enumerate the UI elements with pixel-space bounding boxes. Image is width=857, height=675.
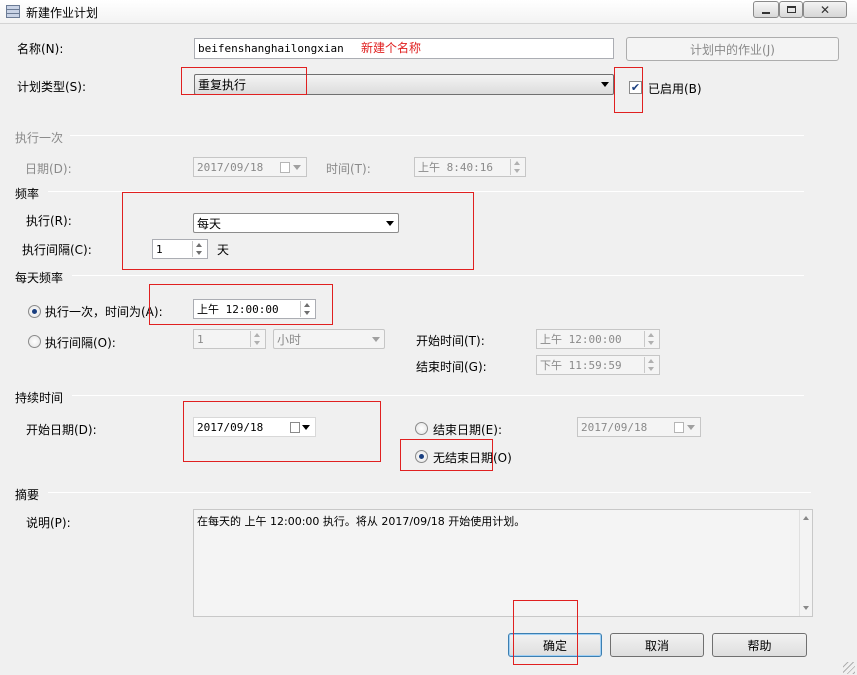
end-time-label: 结束时间(G): [416,360,487,374]
spinner[interactable] [644,357,658,373]
end-date-label: 结束日期(E): [433,423,502,437]
occurs-every-unit-value: 小时 [277,332,302,347]
minimize-icon [762,11,770,14]
one-time-divider [70,135,804,136]
calendar-icon [674,422,684,433]
occurs-once-time-value: 上午 12:00:00 [197,303,279,316]
end-date-value: 2017/09/18 [581,420,648,434]
maximize-button[interactable] [779,1,803,18]
calendar-icon [280,162,290,173]
end-date-picker[interactable]: 2017/09/18 [577,417,701,437]
end-time-value: 下午 11:59:59 [540,359,622,372]
occurs-label: 执行(R): [26,214,72,228]
start-date-picker[interactable]: 2017/09/18 [193,417,316,437]
occurs-every-value: 1 [197,332,204,346]
help-button[interactable]: 帮助 [712,633,807,657]
recurs-unit: 天 [217,243,230,257]
spinner[interactable] [644,331,658,347]
daily-frequency-divider [72,275,804,276]
calendar-icon [290,422,300,433]
chevron-down-icon [293,165,301,170]
chevron-down-icon [372,337,380,342]
schedule-app-icon [6,5,20,18]
description-label: 说明(P): [26,516,71,530]
window-title: 新建作业计划 [26,6,99,20]
daily-frequency-section-title: 每天频率 [15,271,64,285]
summary-section-title: 摘要 [15,488,40,502]
one-time-time-input[interactable]: 上午 8:40:16 [414,157,526,177]
one-time-section-title: 执行一次 [15,131,64,145]
cancel-button[interactable]: 取消 [610,633,704,657]
recurs-input[interactable]: 1 [152,239,208,259]
title-bar: 新建作业计划 ✕ [0,0,857,24]
end-date-radio[interactable] [415,422,428,435]
one-time-date-picker[interactable]: 2017/09/18 [193,157,307,177]
start-date-value: 2017/09/18 [197,420,264,434]
spinner[interactable] [250,331,264,347]
recurs-value: 1 [156,242,163,256]
chevron-down-icon [386,221,394,226]
occurs-every-unit-select[interactable]: 小时 [273,329,385,349]
occurs-once-time-input[interactable]: 上午 12:00:00 [193,299,316,319]
close-icon: ✕ [819,2,831,17]
name-annotation: 新建个名称 [361,41,422,55]
duration-section-title: 持续时间 [15,391,64,405]
one-time-time-label: 时间(T): [326,162,371,176]
one-time-date-label: 日期(D): [25,162,72,176]
occurs-once-radio[interactable] [28,305,41,318]
scroll-down-icon[interactable] [803,606,809,610]
occurs-every-input[interactable]: 1 [193,329,266,349]
occurs-every-label: 执行间隔(O): [45,336,116,350]
spinner[interactable] [192,241,206,257]
start-time-input[interactable]: 上午 12:00:00 [536,329,660,349]
maximize-icon [786,6,796,13]
ok-button[interactable]: 确定 [508,633,602,657]
chevron-down-icon [302,425,310,430]
resize-grip-icon[interactable] [843,662,855,674]
checkmark-icon: ✔ [630,81,641,94]
no-end-date-label: 无结束日期(O) [433,451,512,465]
enabled-checkbox[interactable]: ✔ [629,81,642,94]
minimize-button[interactable] [753,1,779,18]
end-time-input[interactable]: 下午 11:59:59 [536,355,660,375]
start-date-label: 开始日期(D): [26,423,97,437]
occurs-select[interactable]: 每天 [193,213,399,233]
chevron-down-icon [687,425,695,430]
schedule-type-value: 重复执行 [198,78,247,92]
duration-divider [72,395,804,396]
enabled-label: 已启用(B) [648,82,702,96]
schedule-type-select[interactable]: 重复执行 [194,74,614,95]
one-time-time-value: 上午 8:40:16 [418,161,493,174]
no-end-date-radio[interactable] [415,450,428,463]
recurs-label: 执行间隔(C): [22,243,92,257]
start-time-label: 开始时间(T): [416,334,485,348]
occurs-value: 每天 [197,216,222,231]
description-scrollbar[interactable] [799,510,812,616]
spinner[interactable] [510,159,524,175]
frequency-divider [48,191,804,192]
occurs-every-radio[interactable] [28,335,41,348]
scroll-up-icon[interactable] [803,516,809,520]
summary-divider [48,492,811,493]
name-label: 名称(N): [17,42,64,56]
chevron-down-icon [601,82,609,87]
description-text: 在每天的 上午 12:00:00 执行。将从 2017/09/18 开始使用计划… [197,515,526,528]
description-textarea[interactable]: 在每天的 上午 12:00:00 执行。将从 2017/09/18 开始使用计划… [193,509,813,617]
occurs-once-label: 执行一次，时间为(A): [45,305,163,319]
start-time-value: 上午 12:00:00 [540,333,622,346]
close-button[interactable]: ✕ [803,1,847,18]
one-time-date-value: 2017/09/18 [197,160,264,174]
name-value: beifenshanghailongxian [198,42,344,55]
jobs-in-schedule-button[interactable]: 计划中的作业(J) [626,37,839,61]
spinner[interactable] [300,301,314,317]
schedule-type-label: 计划类型(S): [17,80,87,94]
frequency-section-title: 频率 [15,187,40,201]
